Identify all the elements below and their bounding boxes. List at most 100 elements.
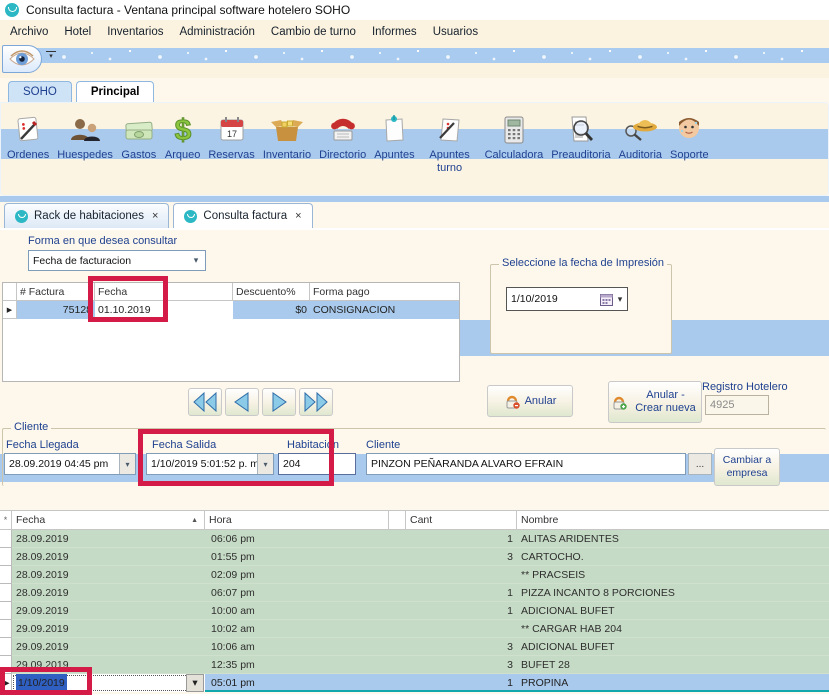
cell-fecha: 29.09.2019	[16, 602, 69, 620]
toolbar-item-ordenes[interactable]: Ordenes	[7, 105, 49, 161]
menu-item[interactable]: Administración	[171, 23, 262, 41]
chevron-down-icon[interactable]: ▾	[257, 454, 273, 474]
invoice-row[interactable]: ▶ 75128 01.10.2019 $0 CONSIGNACION	[3, 301, 459, 319]
toolbar-item-reservas[interactable]: 17 Reservas	[208, 105, 254, 161]
table-row[interactable]: 28.09.2019 06:06 pm 1 ALITAS ARIDENTES	[0, 530, 829, 548]
fecha-edit-cell[interactable]: 1/10/2019	[12, 674, 205, 692]
toolbar-item-auditoria[interactable]: Auditoria	[619, 105, 662, 161]
close-icon[interactable]: ×	[295, 210, 301, 222]
table-row[interactable]: 29.09.2019 12:35 pm 3 BUFET 28	[0, 656, 829, 674]
date-dropdown-button[interactable]: ▾	[186, 674, 204, 692]
expenses-icon	[121, 105, 157, 147]
toolbar-item-directorio[interactable]: Directorio	[319, 105, 366, 161]
col-factura[interactable]: # Factura	[17, 283, 95, 301]
tab-soho[interactable]: SOHO	[8, 81, 72, 102]
table-row[interactable]: 28.09.2019 06:07 pm 1 PIZZA INCANTO 8 PO…	[0, 584, 829, 602]
toolbar-overflow-button[interactable]: ▾	[46, 51, 56, 63]
previous-record-button[interactable]	[225, 388, 259, 416]
cell-nombre: BUFET 28	[521, 656, 570, 674]
col-nombre[interactable]: Nombre	[517, 510, 829, 530]
col-forma-pago[interactable]: Forma pago	[310, 283, 459, 301]
menu-item[interactable]: Hotel	[56, 23, 99, 41]
fecha-llegada-select[interactable]: 28.09.2019 04:45 pm ▾	[4, 453, 136, 475]
guests-icon	[67, 105, 103, 147]
cell-nombre: PIZZA INCANTO 8 PORCIONES	[521, 584, 675, 602]
cell-cant: 1	[406, 602, 513, 620]
col-fecha[interactable]: Fecha	[95, 283, 233, 301]
ribbon-panel: Ordenes Huespedes Gastos $ Arqueo	[0, 102, 829, 196]
directory-icon	[326, 105, 360, 147]
ribbon-tab-bar: SOHO Principal	[0, 78, 829, 102]
toolbar-item-arqueo[interactable]: $ Arqueo	[165, 105, 200, 161]
cell-fecha: 28.09.2019	[16, 530, 69, 548]
anular-button[interactable]: Anular	[487, 385, 573, 417]
cell-fecha: 28.09.2019	[16, 548, 69, 566]
habitacion-label: Habitación	[287, 439, 339, 451]
cell-hora: 12:35 pm	[211, 656, 255, 674]
table-row[interactable]: 28.09.2019 02:09 pm ** PRACSEIS	[0, 566, 829, 584]
toolbar-item-gastos[interactable]: Gastos	[121, 105, 157, 161]
toolbar-item-preauditoria[interactable]: Preauditoria	[551, 105, 610, 161]
cell-hora: 06:07 pm	[211, 584, 255, 602]
toolbar-item-apuntes-turno[interactable]: Apuntes turno	[423, 105, 477, 174]
toolbar-strip: ▾	[0, 44, 829, 78]
col-fecha[interactable]: Fecha ▲	[12, 510, 205, 530]
col-hora[interactable]: Hora	[205, 510, 389, 530]
cell-nombre: PROPINA	[521, 674, 568, 692]
cell-fecha: 29.09.2019	[16, 656, 69, 674]
cliente-browse-button[interactable]: ...	[688, 453, 712, 475]
fecha-salida-select[interactable]: 1/10/2019 5:01:52 p. m. ▾	[146, 453, 274, 475]
items-table-header: * Fecha ▲ Hora Cant Nombre	[0, 510, 829, 530]
menu-item[interactable]: Archivo	[2, 23, 56, 41]
registro-hotelero-label: Registro Hotelero	[702, 381, 788, 393]
cell-cant: 3	[406, 656, 513, 674]
habitacion-field[interactable]: 204	[278, 453, 356, 475]
cell-fecha[interactable]: 01.10.2019	[95, 301, 233, 319]
last-record-button[interactable]	[299, 388, 333, 416]
menu-item[interactable]: Informes	[364, 23, 425, 41]
close-icon[interactable]: ×	[152, 210, 158, 222]
cell-descuento: $0	[233, 301, 310, 319]
menu-item[interactable]: Inventarios	[99, 23, 171, 41]
print-date-picker[interactable]: 1/10/2019 ▾	[506, 287, 628, 311]
previous-record-icon	[231, 391, 253, 413]
soho-doc-icon	[15, 210, 28, 223]
cash-count-icon: $	[168, 105, 198, 147]
editing-row[interactable]: ▶ 1/10/2019 ▾ 05:01 pm 1 PROPINA	[0, 674, 829, 692]
anular-crear-button[interactable]: Anular - Crear nueva	[608, 381, 702, 423]
fecha-salida-label: Fecha Salida	[152, 439, 216, 451]
table-row[interactable]: 28.09.2019 01:55 pm 3 CARTOCHO.	[0, 548, 829, 566]
chevron-down-icon[interactable]: ▾	[119, 454, 135, 474]
query-mode-select[interactable]: Fecha de facturacion ▾	[28, 250, 206, 271]
first-record-icon	[192, 391, 218, 413]
toolbar-item-apuntes[interactable]: Apuntes	[374, 105, 414, 161]
cambiar-empresa-button[interactable]: Cambiar a empresa	[714, 448, 780, 486]
col-cant[interactable]: Cant	[406, 510, 517, 530]
doc-tab-consulta[interactable]: Consulta factura ×	[173, 203, 312, 228]
table-row[interactable]: 29.09.2019 10:00 am 1 ADICIONAL BUFET	[0, 602, 829, 620]
calendar-icon	[600, 293, 613, 306]
first-record-button[interactable]	[188, 388, 222, 416]
view-eye-button[interactable]	[2, 45, 42, 73]
col-spacer	[389, 510, 406, 530]
next-record-button[interactable]	[262, 388, 296, 416]
menu-item[interactable]: Cambio de turno	[263, 23, 364, 41]
support-icon	[672, 105, 706, 147]
toolbar-item-huespedes[interactable]: Huespedes	[57, 105, 113, 161]
registro-hotelero-field: 4925	[705, 395, 769, 415]
menu-item[interactable]: Usuarios	[425, 23, 486, 41]
col-descuento[interactable]: Descuento%	[233, 283, 310, 301]
query-mode-label: Forma en que desea consultar	[28, 235, 177, 247]
cell-nombre: ** PRACSEIS	[521, 566, 585, 584]
toolbar-item-calculadora[interactable]: Calculadora	[485, 105, 544, 161]
cliente-field[interactable]: PINZON PEÑARANDA ALVARO EFRAIN	[366, 453, 686, 475]
tab-principal[interactable]: Principal	[76, 81, 155, 102]
row-selector	[0, 602, 12, 620]
toolbar-item-inventario[interactable]: Inventario	[263, 105, 311, 161]
menu-bar: ArchivoHotelInventariosAdministraciónCam…	[0, 20, 829, 44]
table-row[interactable]: 29.09.2019 10:02 am ** CARGAR HAB 204	[0, 620, 829, 638]
table-row[interactable]: 29.09.2019 10:06 am 3 ADICIONAL BUFET	[0, 638, 829, 656]
selected-date-text: 1/10/2019	[16, 674, 67, 692]
doc-tab-rack[interactable]: Rack de habitaciones ×	[4, 203, 169, 228]
toolbar-item-soporte[interactable]: Soporte	[670, 105, 709, 161]
